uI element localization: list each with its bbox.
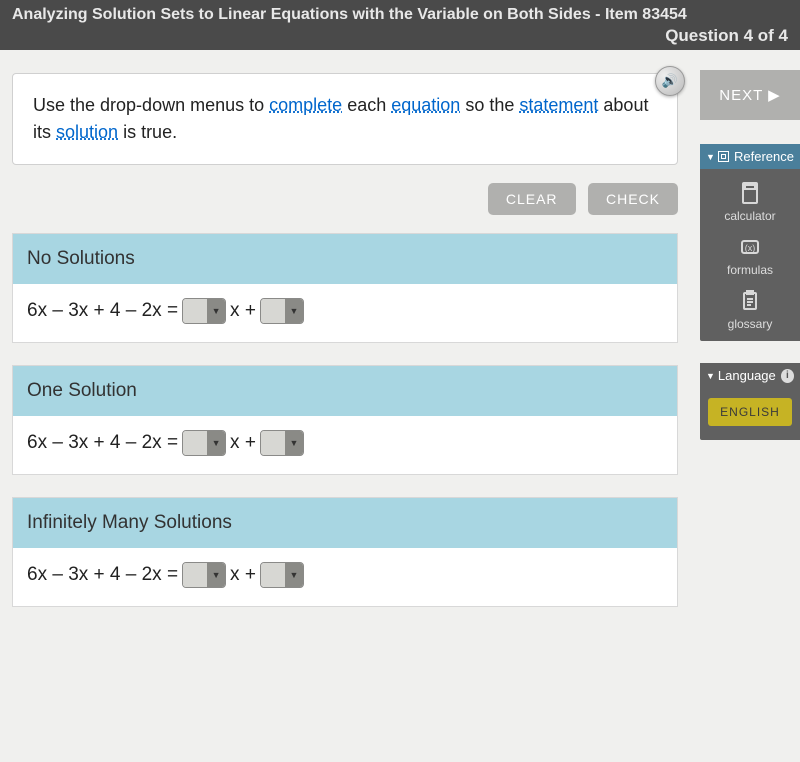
next-button[interactable]: NEXT ▶ [700, 70, 800, 120]
calculator-icon [736, 181, 764, 205]
instruction-box: 🔊 Use the drop-down menus to complete ea… [12, 73, 678, 165]
section-one-solution: One Solution 6x – 3x + 4 – 2x = ▼ x + ▼ [12, 365, 678, 475]
clear-button[interactable]: CLEAR [488, 183, 576, 215]
term-equation[interactable]: equation [391, 95, 460, 115]
chevron-down-icon: ▼ [285, 431, 303, 455]
action-buttons: CLEAR CHECK [12, 183, 678, 215]
term-complete[interactable]: complete [269, 95, 342, 115]
equation-mid: x + [230, 432, 256, 454]
term-statement[interactable]: statement [519, 95, 598, 115]
language-current[interactable]: ENGLISH [708, 398, 792, 426]
equation-mid: x + [230, 300, 256, 322]
chevron-down-icon: ▼ [706, 152, 715, 162]
equation-lhs: 6x – 3x + 4 – 2x = [27, 564, 178, 586]
tool-label: formulas [727, 263, 773, 277]
equation-lhs: 6x – 3x + 4 – 2x = [27, 300, 178, 322]
term-solution[interactable]: solution [56, 122, 118, 142]
chevron-down-icon: ▼ [285, 299, 303, 323]
lesson-title: Analyzing Solution Sets to Linear Equati… [12, 6, 788, 24]
equation-row: 6x – 3x + 4 – 2x = ▼ x + ▼ [13, 416, 677, 474]
instruction-text: so the [460, 95, 519, 115]
next-label: NEXT [719, 87, 763, 104]
right-rail: NEXT ▶ ▼ Reference calculator (x) formul… [700, 70, 800, 462]
audio-button[interactable]: 🔊 [655, 66, 685, 96]
equation-row: 6x – 3x + 4 – 2x = ▼ x + ▼ [13, 284, 677, 342]
reference-icon [718, 151, 729, 162]
chevron-down-icon: ▼ [207, 563, 225, 587]
section-infinite-solutions: Infinitely Many Solutions 6x – 3x + 4 – … [12, 497, 678, 607]
chevron-down-icon: ▼ [207, 299, 225, 323]
dropdown-const[interactable]: ▼ [260, 562, 304, 588]
dropdown-const[interactable]: ▼ [260, 298, 304, 324]
dropdown-coef[interactable]: ▼ [182, 562, 226, 588]
speaker-icon: 🔊 [662, 71, 678, 91]
tool-formulas[interactable]: (x) formulas [700, 235, 800, 277]
chevron-down-icon: ▼ [207, 431, 225, 455]
question-progress: Question 4 of 4 [12, 26, 788, 46]
chevron-down-icon: ▼ [285, 563, 303, 587]
page-header: Analyzing Solution Sets to Linear Equati… [0, 0, 800, 50]
language-label: Language [718, 368, 776, 383]
instruction-text: Use the drop-down menus to [33, 95, 269, 115]
equation-row: 6x – 3x + 4 – 2x = ▼ x + ▼ [13, 548, 677, 606]
reference-toggle[interactable]: ▼ Reference [700, 144, 800, 169]
play-icon: ▶ [768, 87, 781, 104]
glossary-icon [736, 289, 764, 313]
section-title: One Solution [13, 366, 677, 416]
svg-text:(x): (x) [745, 243, 756, 253]
formulas-icon: (x) [736, 235, 764, 259]
chevron-down-icon: ▼ [706, 371, 715, 381]
info-icon: i [781, 369, 794, 383]
tool-glossary[interactable]: glossary [700, 289, 800, 331]
reference-panel: ▼ Reference calculator (x) formulas glos… [700, 144, 800, 341]
section-title: Infinitely Many Solutions [13, 498, 677, 548]
instruction-text: is true. [118, 122, 177, 142]
tool-label: glossary [728, 317, 773, 331]
equation-mid: x + [230, 564, 256, 586]
section-title: No Solutions [13, 234, 677, 284]
tool-label: calculator [724, 209, 775, 223]
instruction-text: each [342, 95, 391, 115]
language-toggle[interactable]: ▼ Language i [700, 363, 800, 388]
section-no-solutions: No Solutions 6x – 3x + 4 – 2x = ▼ x + ▼ [12, 233, 678, 343]
dropdown-coef[interactable]: ▼ [182, 298, 226, 324]
language-panel: ▼ Language i ENGLISH [700, 363, 800, 440]
check-button[interactable]: CHECK [588, 183, 678, 215]
dropdown-const[interactable]: ▼ [260, 430, 304, 456]
equation-lhs: 6x – 3x + 4 – 2x = [27, 432, 178, 454]
reference-label: Reference [734, 149, 794, 164]
tool-calculator[interactable]: calculator [700, 181, 800, 223]
dropdown-coef[interactable]: ▼ [182, 430, 226, 456]
content-area: 🔊 Use the drop-down menus to complete ea… [0, 55, 700, 629]
